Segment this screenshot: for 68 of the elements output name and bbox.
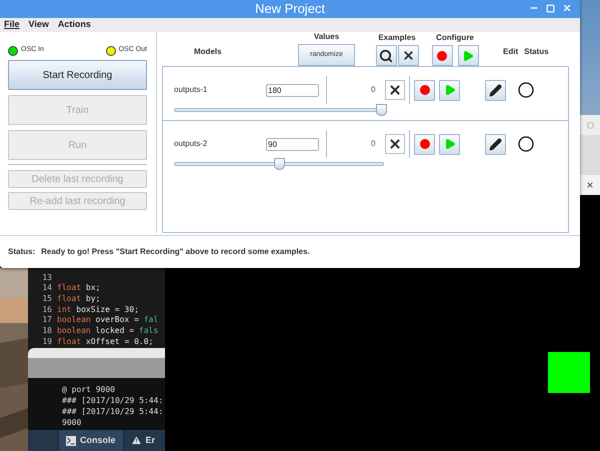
column-header: Models <box>193 46 223 58</box>
column-header: Edit <box>503 46 518 58</box>
play-icon <box>444 84 456 96</box>
slider-thumb[interactable] <box>274 158 284 170</box>
column-header: Configure <box>436 33 474 43</box>
example-count: 0 <box>371 84 376 96</box>
model-name: outputs-2 <box>174 138 208 150</box>
code-line: float xOffset = 0.0; <box>56 336 154 348</box>
console-line: 9000 <box>62 417 82 428</box>
terminal-icon <box>66 436 76 446</box>
slider-thumb[interactable] <box>376 104 387 116</box>
close-icon <box>402 49 414 62</box>
model-name: outputs-1 <box>174 84 208 96</box>
action-button[interactable]: Start Recording <box>8 60 147 90</box>
column-header: Values <box>314 32 340 42</box>
record-button[interactable] <box>414 134 436 154</box>
delete-button[interactable] <box>398 45 418 66</box>
code-line: boolean overBox = fal <box>56 314 158 326</box>
console-line: ### [2017/10/29 5:44: <box>62 406 164 417</box>
column-header: Status <box>524 46 549 58</box>
column-header: Examples <box>378 33 416 43</box>
record-button[interactable] <box>414 80 436 100</box>
line-number: 17 <box>41 314 53 326</box>
menu-item[interactable]: Actions <box>58 18 91 32</box>
play-icon <box>462 50 474 62</box>
menu-item[interactable]: View <box>28 18 49 32</box>
play-button[interactable] <box>458 45 478 66</box>
record-icon <box>437 50 447 60</box>
window-title: New Project <box>254 0 326 18</box>
record-icon <box>420 85 430 95</box>
pencil-icon <box>489 138 502 150</box>
status-message: Ready to go! Press "Start Recording" above to record some examples. <box>41 246 310 258</box>
line-number: 18 <box>41 324 53 337</box>
search-button[interactable] <box>376 45 396 66</box>
close-icon <box>388 137 402 151</box>
square-shape <box>548 352 590 393</box>
play-button[interactable] <box>439 80 460 100</box>
code-line: boolean locked = fals <box>56 324 158 337</box>
search-icon <box>379 48 393 62</box>
line-number: 13 <box>41 272 53 284</box>
edit-button[interactable] <box>485 80 506 100</box>
pencil-icon <box>489 84 502 96</box>
console-line: ### [2017/10/29 5:44: <box>62 395 164 406</box>
line-number: 16 <box>41 304 53 316</box>
code-line: int boxSize = 30; <box>56 304 139 316</box>
line-number: 15 <box>41 292 53 305</box>
delete-button[interactable] <box>385 134 406 154</box>
maximize-icon[interactable] <box>586 122 594 128</box>
line-number: 19 <box>41 336 53 348</box>
play-icon <box>444 138 456 150</box>
line-number: 14 <box>41 282 53 294</box>
close-icon[interactable] <box>586 181 594 189</box>
code-line: float by; <box>56 292 100 305</box>
menu-item[interactable]: File <box>4 18 20 32</box>
example-count: 0 <box>371 138 376 150</box>
value-field[interactable]: 180 <box>266 84 319 96</box>
warning-icon <box>130 435 142 446</box>
value-field[interactable]: 90 <box>266 138 319 150</box>
close-icon <box>388 83 402 97</box>
record-button[interactable] <box>432 45 452 66</box>
code-line: float bx; <box>56 282 100 294</box>
record-icon <box>420 139 430 149</box>
status-label: Status: <box>8 246 36 258</box>
panel-tab[interactable]: Console <box>58 430 123 451</box>
console-line: @ port 9000 <box>62 384 116 395</box>
play-button[interactable] <box>439 134 460 154</box>
delete-button[interactable] <box>385 80 406 100</box>
edit-button[interactable] <box>485 134 506 154</box>
